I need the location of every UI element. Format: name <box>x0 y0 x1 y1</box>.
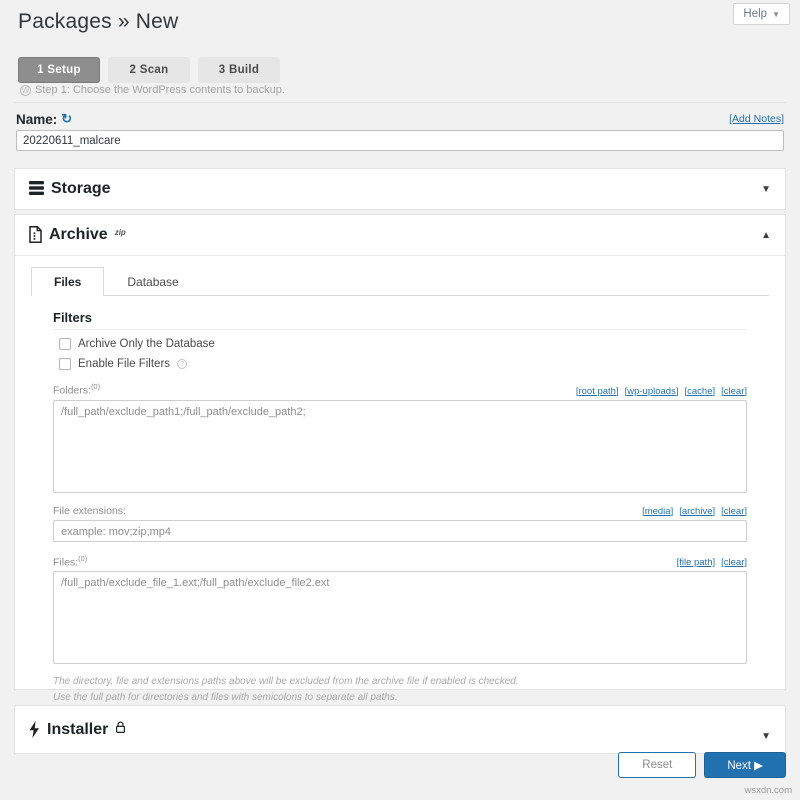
archive-panel: Archive zip ▲ Files Database Filters Arc… <box>14 214 786 690</box>
step-tab-setup[interactable]: 1 Setup <box>18 57 100 83</box>
folders-link-clear[interactable]: [clear] <box>721 386 747 397</box>
extensions-link-clear[interactable]: [clear] <box>721 506 747 517</box>
archive-help-note-line-1: The directory, file and extensions paths… <box>53 674 747 690</box>
installer-panel-header[interactable]: Installer ▼ <box>15 706 785 753</box>
files-field-header: Files:(0) [file path] [clear] <box>53 554 747 569</box>
extensions-textarea[interactable] <box>53 520 747 542</box>
name-row: Name: ↻ [Add Notes] <box>16 111 784 127</box>
storage-stack-icon <box>29 180 44 196</box>
installer-bolt-icon <box>29 721 40 738</box>
files-textarea[interactable] <box>53 571 747 664</box>
storage-panel-header[interactable]: Storage ▼ <box>15 169 785 209</box>
extensions-link-media[interactable]: [media] <box>642 506 673 517</box>
extensions-field-block: File extensions: [media] [archive] [clea… <box>53 505 747 542</box>
archive-panel-title-group: Archive zip <box>29 226 126 244</box>
files-label: Files: <box>53 556 78 568</box>
extensions-field-header: File extensions: [media] [archive] [clea… <box>53 505 747 517</box>
extensions-label: File extensions: <box>53 505 126 517</box>
files-links: [file path] [clear] <box>677 557 747 568</box>
step-tab-build[interactable]: 3 Build <box>198 57 280 83</box>
header-divider <box>14 102 786 103</box>
installer-chevron-down-icon[interactable]: ▼ <box>761 731 771 742</box>
next-button[interactable]: Next ▶ <box>704 752 786 778</box>
archive-format-label: zip <box>115 228 126 237</box>
checkbox-row-enable-file-filters[interactable]: Enable File Filters ? <box>59 358 773 370</box>
installer-panel-title-group: Installer <box>29 721 126 739</box>
folders-field-header: Folders:(0) [root path] [wp-uploads] [ca… <box>53 382 747 397</box>
step-tab-scan[interactable]: 2 Scan <box>108 57 190 83</box>
files-field-block: Files:(0) [file path] [clear] <box>53 554 747 665</box>
step-description-text: Step 1: Choose the WordPress contents to… <box>35 84 285 96</box>
installer-panel[interactable]: Installer ▼ <box>14 705 786 754</box>
archive-panel-body: Files Database Filters Archive Only the … <box>15 255 785 705</box>
lock-icon <box>115 721 126 734</box>
filters-heading: Filters <box>53 310 773 325</box>
checkbox-enable-file-filters[interactable] <box>59 358 71 370</box>
folders-links: [root path] [wp-uploads] [cache] [clear] <box>576 386 747 397</box>
tab-database[interactable]: Database <box>104 267 201 296</box>
refresh-icon[interactable]: ↻ <box>61 111 72 127</box>
add-notes-link[interactable]: [Add Notes] <box>729 113 784 125</box>
help-button-label: Help <box>743 8 767 20</box>
filters-divider <box>53 329 747 330</box>
help-button[interactable]: Help ▼ <box>733 3 790 25</box>
package-name-input[interactable] <box>16 130 784 151</box>
folders-label: Folders: <box>53 385 91 397</box>
archive-panel-title: Archive <box>49 226 108 244</box>
footer-actions: Reset Next ▶ <box>618 752 786 778</box>
folders-field-block: Folders:(0) [root path] [wp-uploads] [ca… <box>53 382 747 493</box>
installer-panel-title: Installer <box>47 721 108 739</box>
archive-panel-header[interactable]: Archive zip ▲ <box>15 215 785 255</box>
step-description: W Step 1: Choose the WordPress contents … <box>20 84 285 96</box>
reset-button[interactable]: Reset <box>618 752 696 778</box>
files-count: (0) <box>78 554 87 563</box>
archive-document-icon <box>29 226 42 243</box>
folders-count: (0) <box>91 382 100 391</box>
folders-link-root-path[interactable]: [root path] <box>576 386 619 397</box>
page-title: Packages » New <box>18 10 178 34</box>
name-label: Name: <box>16 112 57 127</box>
watermark: wsxdn.com <box>744 785 792 796</box>
name-label-group: Name: ↻ <box>16 111 72 127</box>
checkbox-archive-only-database-label: Archive Only the Database <box>78 338 215 350</box>
step-tabs: 1 Setup 2 Scan 3 Build <box>18 57 280 83</box>
storage-chevron-down-icon[interactable]: ▼ <box>761 184 771 195</box>
help-button-wrapper: Help ▼ <box>733 3 790 25</box>
archive-help-note-line-2: Use the full path for directories and fi… <box>53 690 747 706</box>
chevron-down-icon: ▼ <box>772 10 780 19</box>
folders-link-cache[interactable]: [cache] <box>684 386 715 397</box>
tab-files[interactable]: Files <box>31 267 104 296</box>
archive-chevron-up-icon[interactable]: ▲ <box>761 230 771 241</box>
files-link-file-path[interactable]: [file path] <box>677 557 716 568</box>
storage-panel[interactable]: Storage ▼ <box>14 168 786 210</box>
extensions-label-group: File extensions: <box>53 505 126 517</box>
checkbox-enable-file-filters-label: Enable File Filters <box>78 358 170 370</box>
folders-link-wp-uploads[interactable]: [wp-uploads] <box>625 386 679 397</box>
files-label-group: Files:(0) <box>53 554 87 569</box>
storage-panel-title: Storage <box>51 180 111 198</box>
extensions-link-archive[interactable]: [archive] <box>679 506 715 517</box>
folders-textarea[interactable] <box>53 400 747 493</box>
page-root: Help ▼ Packages » New 1 Setup 2 Scan 3 B… <box>0 0 800 800</box>
wordpress-icon: W <box>20 85 31 96</box>
extensions-links: [media] [archive] [clear] <box>642 506 747 517</box>
checkbox-row-archive-only-db[interactable]: Archive Only the Database <box>59 338 773 350</box>
folders-label-group: Folders:(0) <box>53 382 100 397</box>
archive-tabs: Files Database <box>31 266 769 296</box>
files-link-clear[interactable]: [clear] <box>721 557 747 568</box>
archive-help-note: The directory, file and extensions paths… <box>53 674 747 705</box>
help-info-icon[interactable]: ? <box>177 359 187 369</box>
storage-panel-title-group: Storage <box>29 180 111 198</box>
checkbox-archive-only-database[interactable] <box>59 338 71 350</box>
